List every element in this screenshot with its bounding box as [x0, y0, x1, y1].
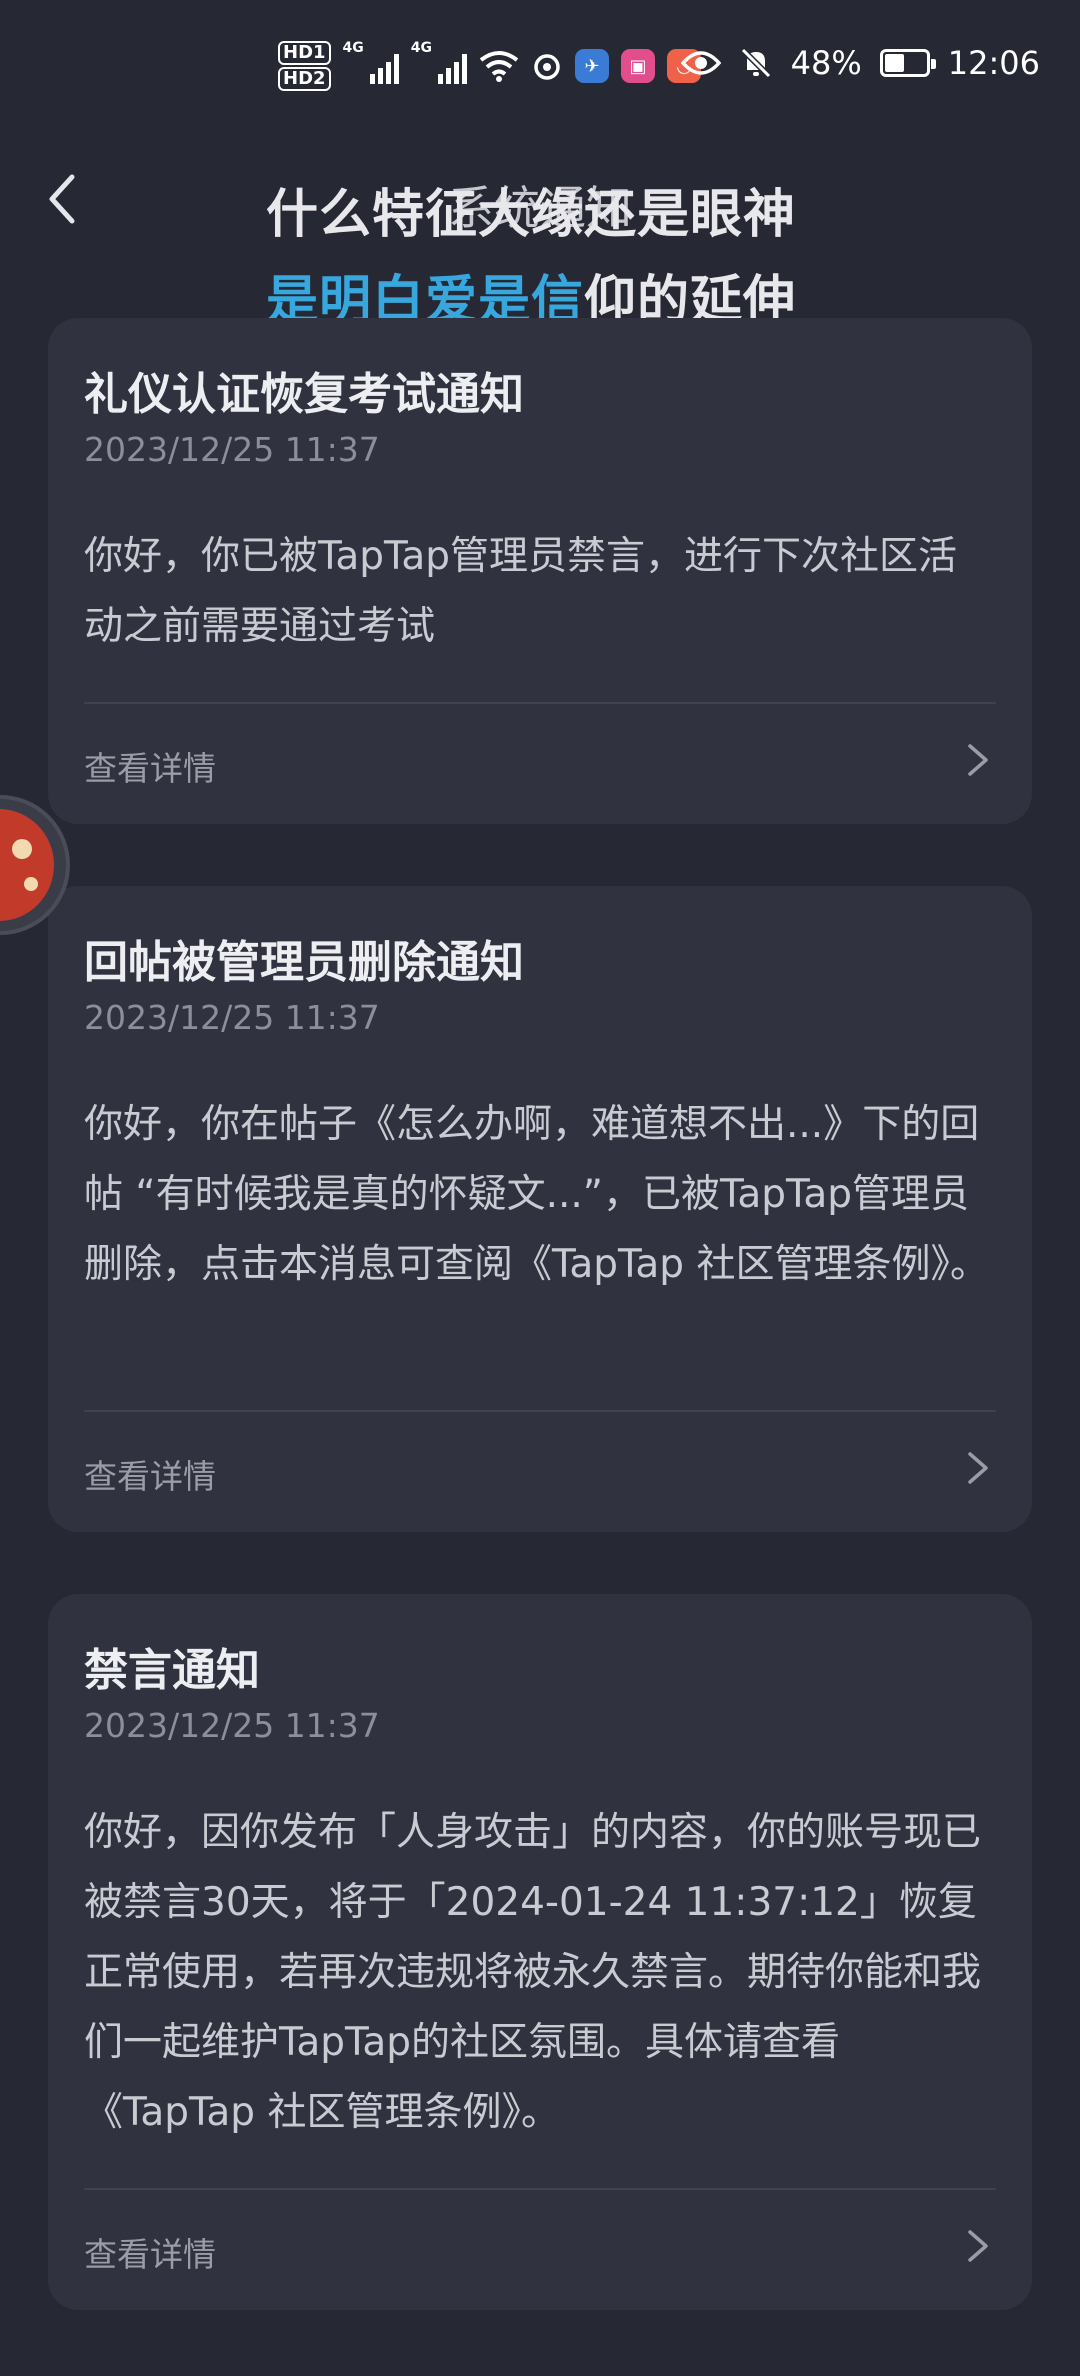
notification-body: 你好，你已被TapTap管理员禁言，进行下次社区活动之前需要通过考试 [84, 534, 958, 649]
mute-bell-icon [740, 47, 771, 79]
status-left-icons: HD1 HD2 4G 4G ✈ ▣ ◡ [278, 40, 701, 92]
hd2-label: HD2 [278, 67, 331, 91]
notification-body: 你好，你在帖子《怎么办啊，难道想不出...》下的回帖 “有时候我是真的怀疑文..… [84, 1102, 989, 1287]
eye-comfort-icon [680, 51, 721, 75]
floating-ball-avatar-icon [0, 809, 54, 921]
divider [84, 1410, 996, 1412]
battery-icon [879, 49, 936, 77]
floating-lyric-line-1: 什么特征大缘还是眼神 [266, 185, 797, 245]
status-bar: HD1 HD2 4G 4G ✈ ▣ ◡ 48% 12:06 [0, 0, 1080, 150]
notification-date: 2023/12/25 11:37 [84, 430, 380, 469]
chevron-right-icon[interactable] [966, 2228, 990, 2264]
chevron-right-icon[interactable] [966, 1450, 990, 1486]
view-details-link[interactable]: 查看详情 [84, 1450, 216, 1498]
hd1-label: HD1 [278, 41, 331, 65]
wifi-icon [479, 51, 519, 82]
view-details-link[interactable]: 查看详情 [84, 742, 216, 790]
app-notification-icon-blue: ✈ [575, 49, 609, 83]
bilibili-icon: ▣ [621, 49, 655, 83]
hd-indicator: HD1 HD2 [278, 40, 331, 92]
status-right-icons: 48% 12:06 [680, 44, 1040, 82]
signal-icon-2 [438, 48, 467, 84]
network-type-1: 4G [342, 40, 364, 56]
divider [84, 2188, 996, 2190]
network-type-2: 4G [410, 40, 432, 56]
notification-date: 2023/12/25 11:37 [84, 998, 380, 1037]
netease-music-icon [534, 54, 560, 80]
divider [84, 702, 996, 704]
clock: 12:06 [947, 44, 1040, 82]
notification-body: 你好，因你发布「人身攻击」的内容，你的账号现已被禁言30天，将于「2024-01… [84, 1810, 982, 2135]
signal-icon-1 [369, 48, 399, 84]
battery-percent: 48% [790, 44, 862, 82]
chevron-right-icon[interactable] [966, 742, 990, 778]
notification-title: 回帖被管理员删除通知 [84, 937, 524, 988]
notification-title: 禁言通知 [84, 1645, 260, 1696]
notification-card[interactable]: 回帖被管理员删除通知 2023/12/25 11:37 你好，你在帖子《怎么办啊… [48, 886, 1032, 1532]
notification-title: 礼仪认证恢复考试通知 [84, 369, 524, 420]
notification-card[interactable]: 礼仪认证恢复考试通知 2023/12/25 11:37 你好，你已被TapTap… [48, 318, 1032, 824]
view-details-link[interactable]: 查看详情 [84, 2228, 216, 2276]
notification-card[interactable]: 禁言通知 2023/12/25 11:37 你好，因你发布「人身攻击」的内容，你… [48, 1594, 1032, 2310]
notification-date: 2023/12/25 11:37 [84, 1706, 380, 1745]
